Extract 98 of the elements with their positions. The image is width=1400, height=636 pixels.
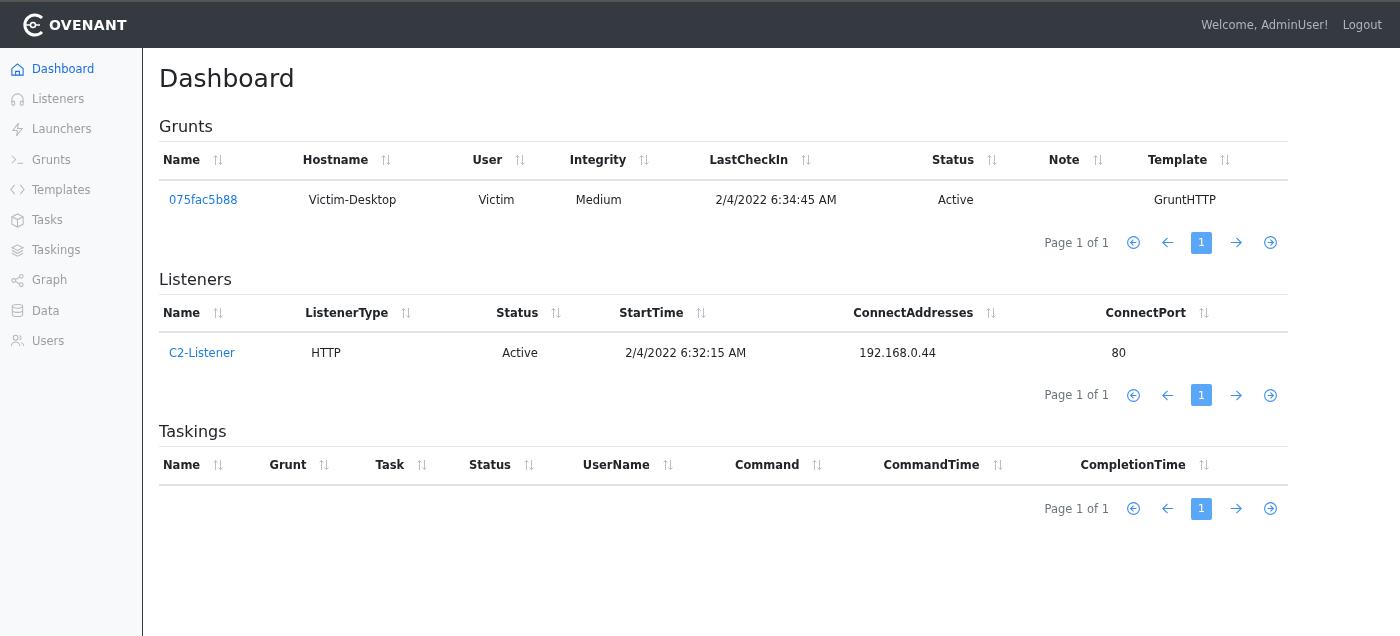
right-arrow-icon bbox=[1228, 501, 1244, 516]
first-page-icon bbox=[1125, 235, 1141, 250]
column-header: User bbox=[472, 153, 503, 168]
column-header: Hostname bbox=[302, 153, 369, 168]
sort-icon[interactable] bbox=[1219, 154, 1232, 167]
table-cell: Victim bbox=[478, 193, 515, 207]
page-count: Page 1 of 1 bbox=[1044, 235, 1109, 250]
table-cell: 192.168.0.44 bbox=[859, 345, 937, 360]
column-header: Integrity bbox=[569, 153, 627, 168]
column-header: CompletionTime bbox=[1080, 458, 1186, 473]
column-header: Template bbox=[1147, 153, 1208, 168]
table-cell: Victim-Desktop bbox=[308, 193, 397, 207]
sort-icon[interactable] bbox=[811, 459, 824, 472]
sort-icon[interactable] bbox=[991, 459, 1004, 472]
column-header: UserName bbox=[582, 458, 650, 473]
table-cell: Active bbox=[502, 345, 538, 360]
section-title: Grunts bbox=[159, 117, 214, 136]
sort-icon[interactable] bbox=[212, 306, 225, 319]
first-page-icon bbox=[1125, 387, 1141, 403]
column-header: ConnectPort bbox=[1105, 305, 1186, 320]
column-header: Status bbox=[932, 153, 975, 168]
column-header: ConnectAddresses bbox=[853, 305, 974, 320]
sort-icon[interactable] bbox=[1197, 306, 1210, 319]
column-header: Note bbox=[1048, 153, 1080, 168]
column-header: LastCheckIn bbox=[709, 153, 789, 168]
box-icon bbox=[10, 212, 25, 228]
table-cell: HTTP bbox=[311, 345, 341, 360]
sidebar-item[interactable]: Listeners bbox=[0, 84, 142, 115]
sort-icon[interactable] bbox=[661, 459, 674, 472]
column-header: ListenerType bbox=[305, 305, 389, 320]
headphones-icon bbox=[10, 91, 25, 107]
logout-link[interactable]: Logout bbox=[1342, 18, 1382, 32]
last-page-icon bbox=[1262, 235, 1278, 250]
sort-icon[interactable] bbox=[638, 154, 651, 167]
sidebar-item[interactable]: Graph bbox=[0, 265, 142, 296]
column-header: Grunt bbox=[269, 458, 307, 473]
page-button[interactable]: 1 bbox=[1191, 497, 1212, 520]
column-header: Name bbox=[163, 458, 201, 473]
column-header: Status bbox=[468, 458, 511, 473]
lightning-icon bbox=[10, 121, 25, 137]
column-header: Status bbox=[496, 305, 539, 320]
column-header: Name bbox=[163, 305, 201, 320]
first-page-icon bbox=[1125, 501, 1141, 516]
table-cell: Medium bbox=[575, 193, 622, 207]
sort-icon[interactable] bbox=[212, 459, 225, 472]
sort-icon[interactable] bbox=[318, 459, 331, 472]
name-link[interactable]: 075fac5b88 bbox=[169, 193, 238, 207]
sort-icon[interactable] bbox=[800, 154, 813, 167]
sort-icon[interactable] bbox=[400, 306, 413, 319]
sort-icon[interactable] bbox=[986, 154, 999, 167]
sidebar-item[interactable]: Taskings bbox=[0, 235, 142, 266]
last-page-icon bbox=[1262, 501, 1278, 516]
sidebar-item[interactable]: Dashboard bbox=[0, 54, 142, 85]
right-arrow-icon bbox=[1228, 235, 1244, 250]
page-count: Page 1 of 1 bbox=[1044, 388, 1109, 402]
name-link[interactable]: C2-Listener bbox=[169, 345, 235, 360]
page-count: Page 1 of 1 bbox=[1044, 501, 1109, 516]
sort-icon[interactable] bbox=[380, 154, 393, 167]
left-arrow-icon bbox=[1159, 501, 1175, 516]
column-header: CommandTime bbox=[883, 458, 980, 473]
table-cell: 2/4/2022 6:32:15 AM bbox=[625, 345, 747, 360]
welcome-text: Welcome, AdminUser! bbox=[1201, 18, 1329, 32]
sort-icon[interactable] bbox=[550, 306, 563, 319]
sidebar-item[interactable]: Tasks bbox=[0, 204, 142, 236]
section-title: Listeners bbox=[159, 269, 233, 289]
sort-icon[interactable] bbox=[985, 306, 998, 319]
sidebar-item[interactable]: Templates bbox=[0, 174, 142, 205]
sort-icon[interactable] bbox=[416, 459, 429, 472]
sidebar-item[interactable]: Launchers bbox=[0, 114, 142, 145]
last-page-icon bbox=[1262, 387, 1278, 403]
table-cell: 2/4/2022 6:34:45 AM bbox=[715, 193, 837, 207]
page-title: Dashboard bbox=[159, 63, 296, 93]
logo-text: OVENANT bbox=[49, 17, 127, 33]
sort-icon[interactable] bbox=[1091, 154, 1104, 167]
table-cell: Active bbox=[938, 193, 974, 207]
table-cell: 80 bbox=[1111, 345, 1127, 360]
sort-icon[interactable] bbox=[522, 459, 535, 472]
left-arrow-icon bbox=[1159, 235, 1175, 250]
section-title: Taskings bbox=[159, 422, 228, 441]
share-icon bbox=[10, 272, 25, 288]
page-button[interactable]: 1 bbox=[1191, 384, 1212, 406]
column-header: Task bbox=[375, 458, 405, 473]
sidebar-item[interactable]: Data bbox=[0, 295, 142, 326]
sort-icon[interactable] bbox=[514, 154, 527, 167]
home-icon bbox=[10, 61, 25, 77]
sidebar-item[interactable]: Grunts bbox=[0, 144, 142, 175]
column-header: StartTime bbox=[619, 305, 684, 320]
sort-icon[interactable] bbox=[1197, 459, 1210, 472]
column-header: Command bbox=[734, 458, 800, 473]
users-icon bbox=[10, 333, 25, 349]
column-header: Name bbox=[163, 153, 201, 168]
sort-icon[interactable] bbox=[695, 306, 708, 319]
database-icon bbox=[10, 303, 25, 319]
page-button[interactable]: 1 bbox=[1191, 231, 1212, 254]
sort-icon[interactable] bbox=[212, 154, 225, 167]
sidebar-item[interactable]: Users bbox=[0, 325, 142, 356]
layers-icon bbox=[10, 242, 25, 258]
table-cell: GruntHTTP bbox=[1153, 193, 1217, 207]
